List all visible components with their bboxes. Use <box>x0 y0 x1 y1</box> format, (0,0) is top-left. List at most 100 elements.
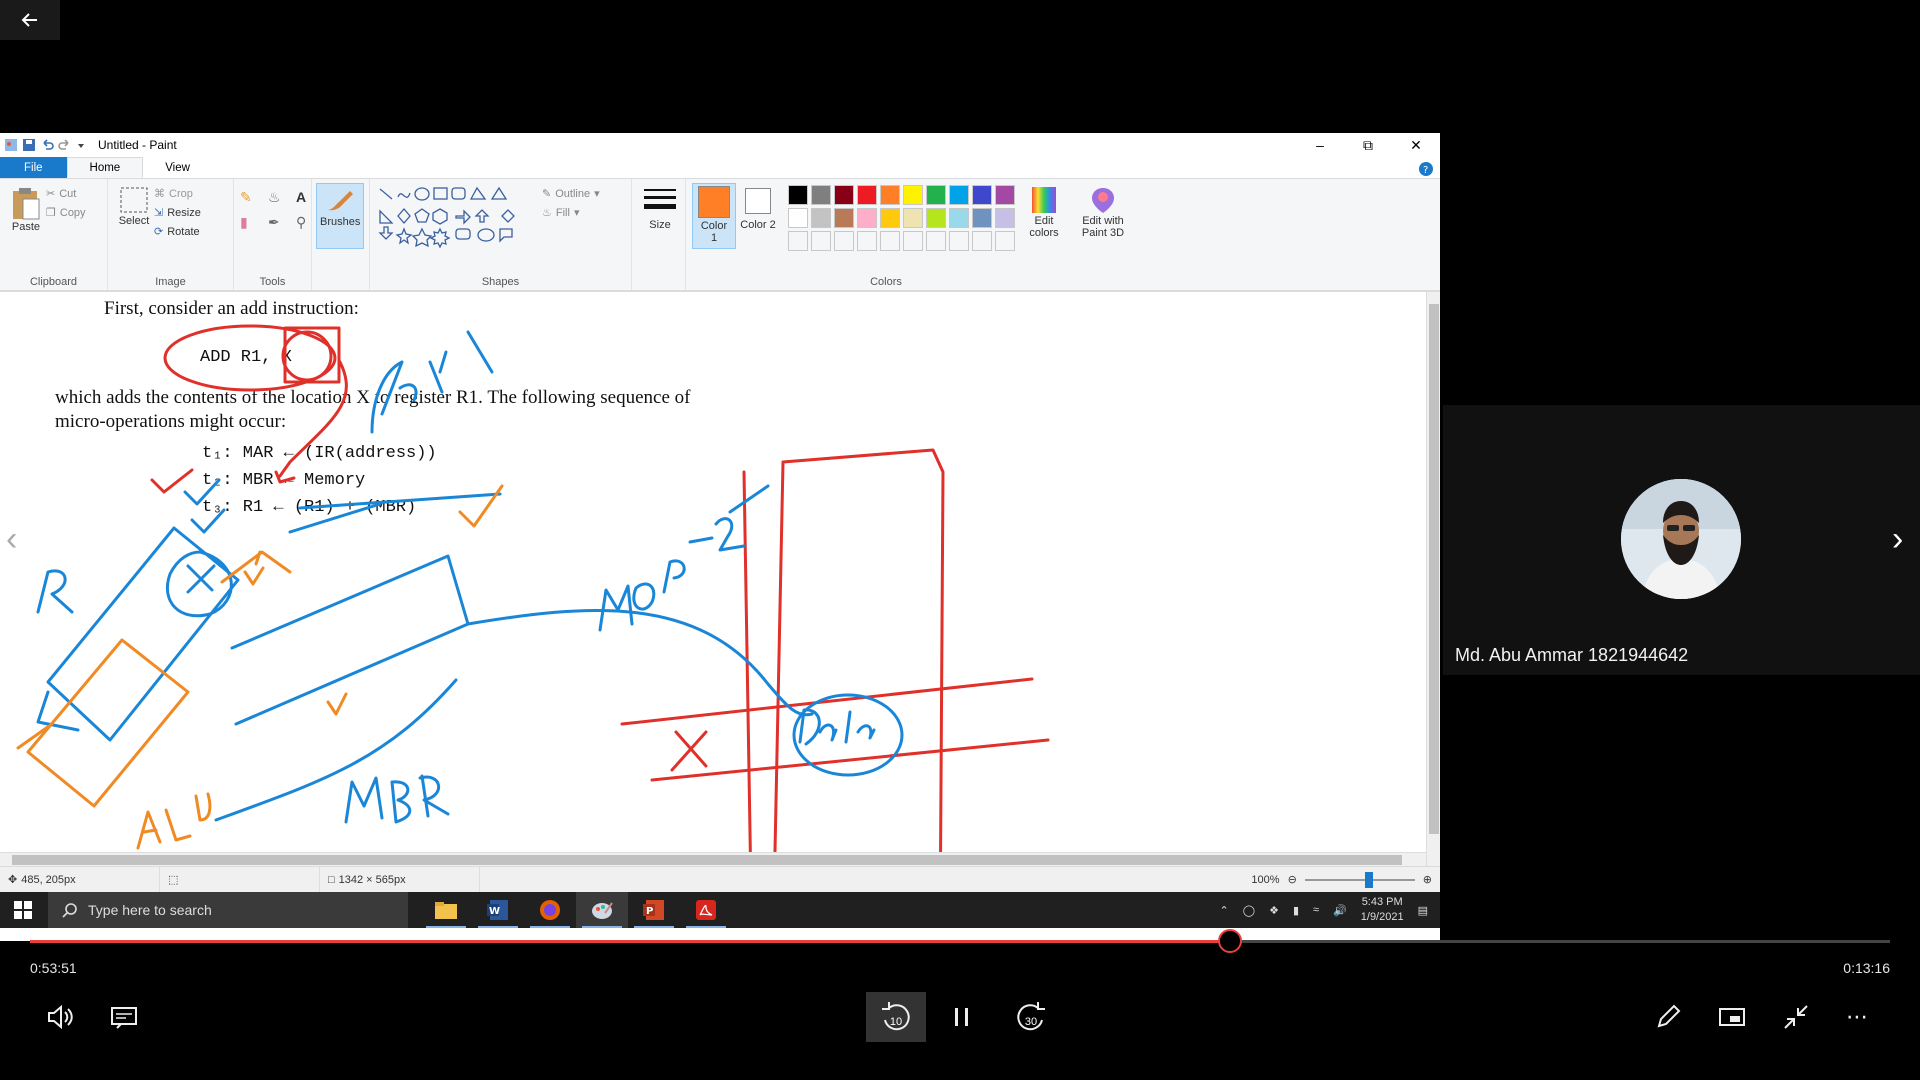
custom-color-slot[interactable] <box>857 231 877 251</box>
select-button[interactable]: Select <box>114 183 154 229</box>
windows-start-icon[interactable] <box>14 901 32 924</box>
volume-icon[interactable]: 🔊 <box>1333 904 1347 917</box>
tray-chevron-up-icon[interactable]: ⌃ <box>1220 904 1229 917</box>
skip-back-button[interactable]: 10 <box>866 992 926 1042</box>
more-options-button[interactable]: ⋯ <box>1840 992 1876 1042</box>
crop-button[interactable]: ⌘ Crop <box>154 187 201 201</box>
palette-color-swatch[interactable] <box>811 185 831 205</box>
paste-button[interactable]: Paste <box>6 183 46 235</box>
palette-color-swatch[interactable] <box>834 185 854 205</box>
tab-home[interactable]: Home <box>66 157 144 178</box>
horizontal-scrollbar[interactable] <box>0 852 1426 866</box>
zoom-out-icon[interactable]: ⊖ <box>1288 873 1297 886</box>
tab-view[interactable]: View <box>143 157 212 178</box>
powerpoint-icon[interactable]: P <box>628 892 680 928</box>
fill-dropdown[interactable]: ♨ Fill ▾ <box>542 206 600 220</box>
save-icon[interactable] <box>22 138 36 152</box>
palette-color-swatch[interactable] <box>926 208 946 228</box>
palette-color-swatch[interactable] <box>857 185 877 205</box>
acrobat-icon[interactable] <box>680 892 732 928</box>
rotate-button[interactable]: ⟳ Rotate <box>154 225 201 239</box>
eraser-icon[interactable]: ▮ <box>240 214 260 231</box>
color2-button[interactable]: Color 2 <box>736 183 780 249</box>
next-slide-icon[interactable]: › <box>1892 520 1903 559</box>
palette-color-swatch[interactable] <box>788 185 808 205</box>
captions-button[interactable] <box>106 992 142 1042</box>
taskbar-search[interactable]: Type here to search <box>48 892 408 928</box>
seek-bar-knob[interactable] <box>1217 929 1242 953</box>
zoom-slider[interactable] <box>1304 871 1415 888</box>
help-icon[interactable]: ? <box>1418 161 1434 180</box>
palette-color-swatch[interactable] <box>972 208 992 228</box>
paint-taskbar-icon[interactable] <box>576 892 628 928</box>
palette-color-swatch[interactable] <box>903 185 923 205</box>
customize-qa-icon[interactable] <box>76 138 86 152</box>
pencil-icon[interactable]: ✎ <box>240 189 260 206</box>
horizontal-scroll-thumb[interactable] <box>12 855 1402 865</box>
cut-button[interactable]: ✂ Cut <box>46 187 86 201</box>
fill-bucket-icon[interactable]: ♨ <box>268 189 288 206</box>
copy-button[interactable]: ❐ Copy <box>46 206 86 220</box>
palette-color-swatch[interactable] <box>811 208 831 228</box>
palette-color-swatch[interactable] <box>903 208 923 228</box>
volume-button[interactable] <box>42 992 78 1042</box>
skip-forward-button[interactable]: 30 <box>1006 992 1056 1042</box>
custom-color-slot[interactable] <box>995 231 1015 251</box>
zoom-in-icon[interactable]: ⊕ <box>1423 873 1432 886</box>
file-explorer-icon[interactable] <box>420 892 472 928</box>
paint3d-button[interactable]: Edit with Paint 3D <box>1073 183 1133 241</box>
palette-color-swatch[interactable] <box>972 185 992 205</box>
annotate-button[interactable] <box>1650 992 1686 1042</box>
meet-now-icon[interactable]: ◯ <box>1243 904 1255 917</box>
wifi-icon[interactable]: ≈ <box>1313 904 1319 916</box>
shapes-gallery-icon[interactable] <box>376 185 536 249</box>
color-picker-icon[interactable]: ✒ <box>268 214 288 231</box>
palette-color-swatch[interactable] <box>995 208 1015 228</box>
palette-color-swatch[interactable] <box>949 185 969 205</box>
custom-color-slot[interactable] <box>949 231 969 251</box>
palette-color-swatch[interactable] <box>880 208 900 228</box>
palette-color-swatch[interactable] <box>926 185 946 205</box>
vertical-scroll-thumb[interactable] <box>1429 304 1439 834</box>
custom-color-slot[interactable] <box>880 231 900 251</box>
dropbox-icon[interactable]: ❖ <box>1269 904 1279 917</box>
custom-color-slot[interactable] <box>972 231 992 251</box>
custom-color-slot[interactable] <box>903 231 923 251</box>
previous-slide-icon[interactable]: ‹ <box>6 520 17 559</box>
color1-button[interactable]: Color 1 <box>692 183 736 249</box>
seek-bar[interactable] <box>30 929 1890 953</box>
palette-color-swatch[interactable] <box>949 208 969 228</box>
taskbar-clock[interactable]: 5:43 PM 1/9/2021 <box>1361 895 1404 925</box>
palette-color-swatch[interactable] <box>880 185 900 205</box>
back-button[interactable] <box>0 0 60 40</box>
custom-color-slot[interactable] <box>834 231 854 251</box>
close-icon[interactable]: ✕ <box>1392 133 1440 157</box>
custom-color-slot[interactable] <box>788 231 808 251</box>
palette-color-swatch[interactable] <box>788 208 808 228</box>
battery-icon[interactable]: ▮ <box>1293 904 1299 917</box>
outline-dropdown[interactable]: ✎ Outline ▾ <box>542 187 600 201</box>
palette-color-swatch[interactable] <box>857 208 877 228</box>
exit-fullscreen-button[interactable] <box>1778 992 1814 1042</box>
pause-button[interactable] <box>944 992 980 1042</box>
paint-canvas[interactable]: First, consider an add instruction: ADD … <box>0 291 1440 866</box>
vertical-scrollbar[interactable] <box>1426 292 1440 866</box>
custom-color-slot[interactable] <box>811 231 831 251</box>
restore-icon[interactable]: ⧉ <box>1344 133 1392 157</box>
edit-colors-button[interactable]: Edit colors <box>1021 183 1067 241</box>
resize-button[interactable]: ⇲ Resize <box>154 206 201 220</box>
word-icon[interactable]: W <box>472 892 524 928</box>
brushes-button[interactable]: Brushes <box>316 183 365 249</box>
zoom-slider-thumb[interactable] <box>1364 871 1373 888</box>
undo-icon[interactable] <box>40 138 54 152</box>
minimize-icon[interactable]: – <box>1296 133 1344 157</box>
firefox-icon[interactable] <box>524 892 576 928</box>
redo-icon[interactable] <box>58 138 72 152</box>
palette-color-swatch[interactable] <box>995 185 1015 205</box>
size-button[interactable]: Size <box>638 183 682 233</box>
custom-color-slot[interactable] <box>926 231 946 251</box>
tab-file[interactable]: File <box>0 157 67 178</box>
notifications-icon[interactable]: ▤ <box>1418 904 1428 917</box>
palette-color-swatch[interactable] <box>834 208 854 228</box>
mini-view-button[interactable] <box>1714 992 1750 1042</box>
